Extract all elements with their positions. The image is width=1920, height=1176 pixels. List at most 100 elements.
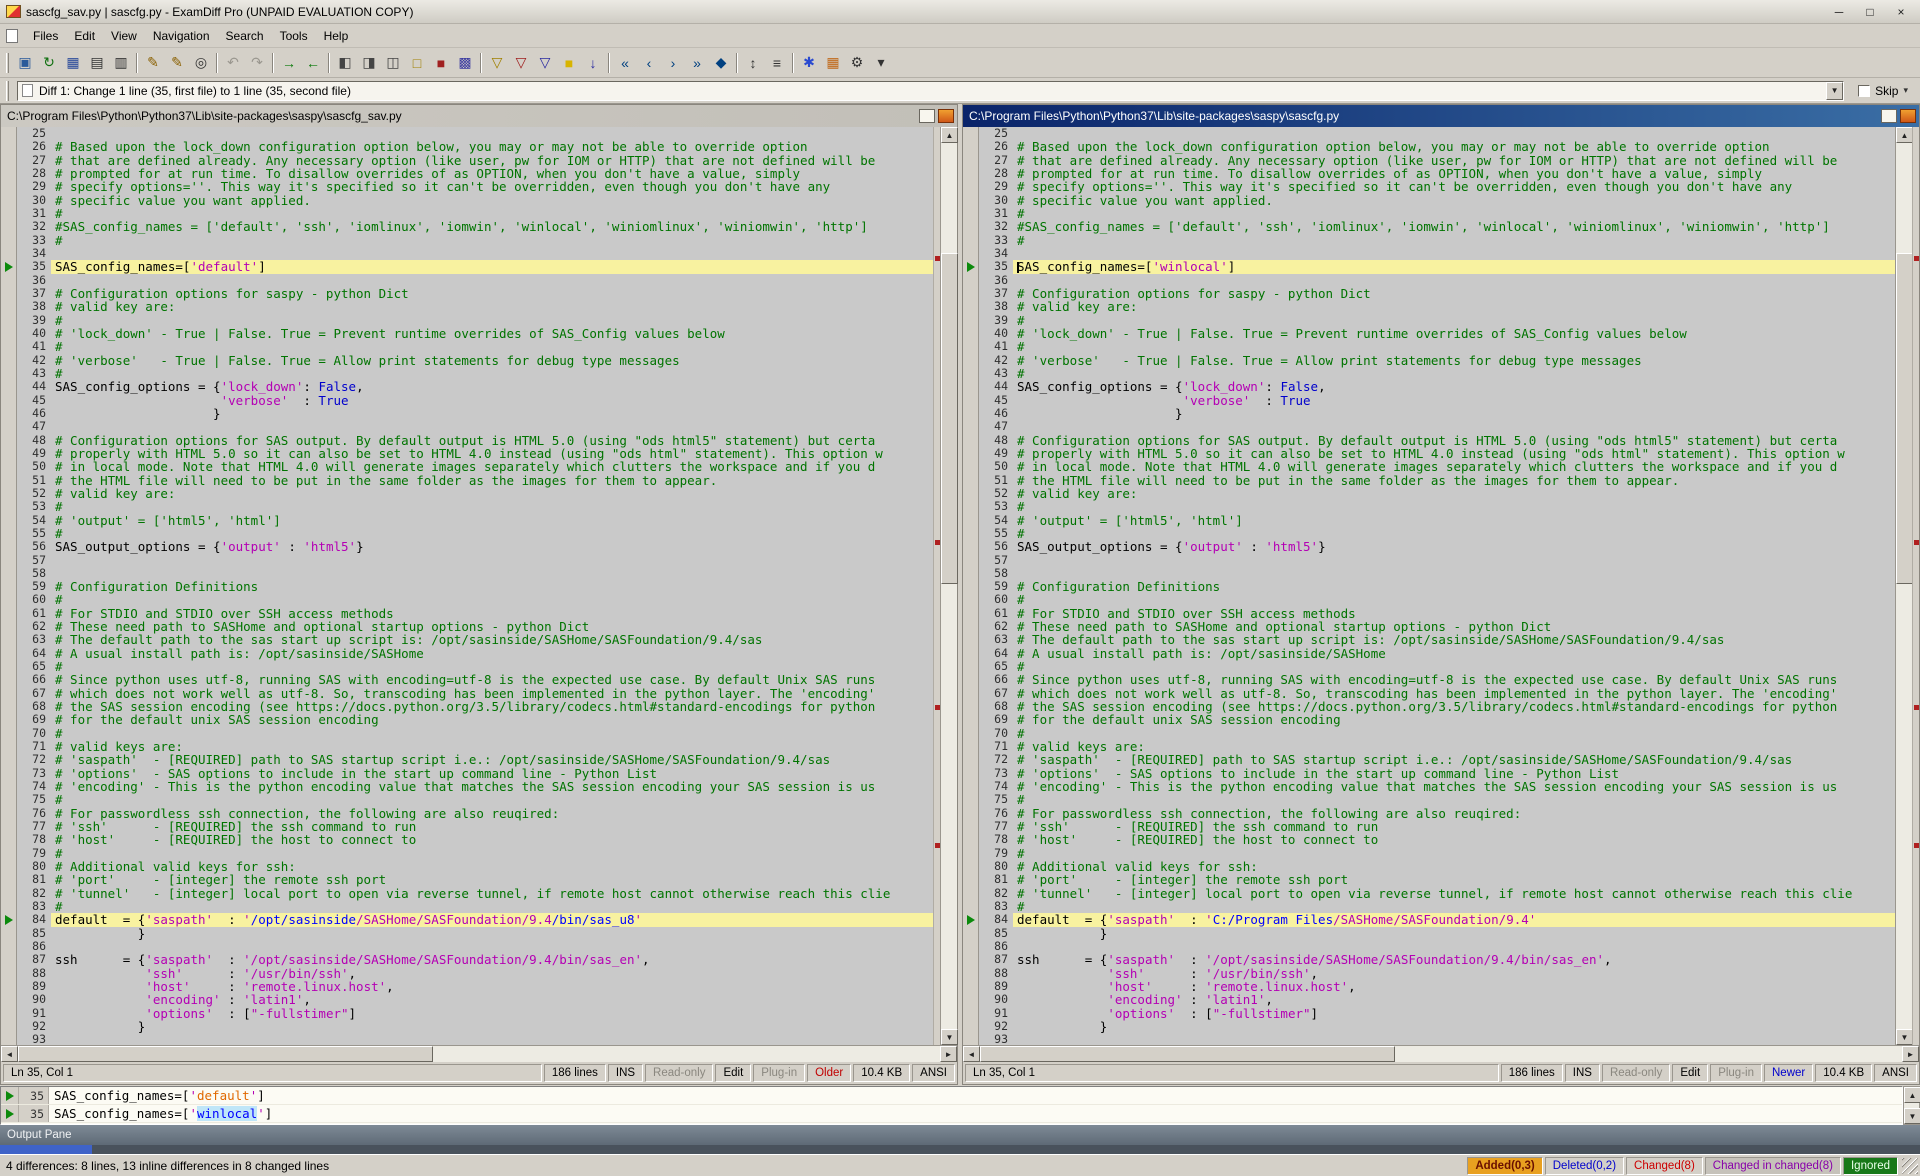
- scroll-left-icon[interactable]: ◄: [963, 1046, 980, 1062]
- code-line[interactable]: # Configuration Definitions: [1013, 580, 1895, 593]
- code-line[interactable]: #: [51, 207, 933, 220]
- menu-tools[interactable]: Tools: [272, 26, 316, 46]
- code-line[interactable]: [51, 127, 933, 140]
- code-line[interactable]: #: [1013, 367, 1895, 380]
- next-difference-icon[interactable]: ›: [661, 52, 685, 74]
- code-line[interactable]: [1013, 1033, 1895, 1045]
- code-line[interactable]: 'verbose' : True: [51, 394, 933, 407]
- diff-selector[interactable]: Diff 1: Change 1 line (35, first file) t…: [17, 81, 1844, 101]
- code-line[interactable]: [51, 567, 933, 580]
- filter-changed-icon[interactable]: ▽: [509, 52, 533, 74]
- scroll-down-icon[interactable]: ▼: [1904, 1108, 1920, 1124]
- code-line[interactable]: [51, 554, 933, 567]
- code-line[interactable]: #: [1013, 660, 1895, 673]
- maximize-button[interactable]: □: [1855, 2, 1885, 21]
- code-line[interactable]: # Additional valid keys for ssh:: [51, 860, 933, 873]
- diff-dropdown-icon[interactable]: ▼: [1826, 82, 1843, 100]
- show-moved-blocks-icon[interactable]: ▩: [453, 52, 477, 74]
- vscroll-thumb[interactable]: [1896, 253, 1913, 583]
- code-line[interactable]: # 'saspath' - [REQUIRED] path to SAS sta…: [1013, 753, 1895, 766]
- code-line[interactable]: [1013, 567, 1895, 580]
- code-line[interactable]: # 'verbose' - True | False. True = Allow…: [1013, 354, 1895, 367]
- code-line[interactable]: [1013, 420, 1895, 433]
- scroll-up-icon[interactable]: ▲: [1896, 127, 1913, 143]
- scroll-down-icon[interactable]: ▼: [1896, 1029, 1913, 1045]
- code-line[interactable]: # Additional valid keys for ssh:: [1013, 860, 1895, 873]
- close-button[interactable]: ×: [1886, 2, 1916, 21]
- scroll-right-icon[interactable]: ►: [1902, 1046, 1919, 1062]
- left-vertical-scrollbar[interactable]: ▲ ▼: [940, 127, 957, 1045]
- find-icon[interactable]: ◎: [189, 52, 213, 74]
- code-line[interactable]: # The default path to the sas start up s…: [1013, 633, 1895, 646]
- resize-grip[interactable]: [1902, 1158, 1918, 1174]
- left-diff-map[interactable]: [933, 127, 940, 1045]
- code-line[interactable]: # Configuration options for SAS output. …: [1013, 434, 1895, 447]
- detail-vertical-scrollbar[interactable]: ▲ ▼: [1903, 1086, 1920, 1125]
- code-line[interactable]: # Configuration Definitions: [51, 580, 933, 593]
- redo-icon[interactable]: ↷: [245, 52, 269, 74]
- code-line[interactable]: SAS_config_options = {'lock_down': False…: [51, 380, 933, 393]
- hscroll-track[interactable]: [980, 1046, 1902, 1062]
- document-icon[interactable]: [6, 29, 18, 43]
- save-icon[interactable]: ▦: [61, 52, 85, 74]
- minimize-button[interactable]: ─: [1824, 2, 1854, 21]
- code-line[interactable]: # 'host' - [REQUIRED] the host to connec…: [1013, 833, 1895, 846]
- code-line[interactable]: # valid keys are:: [1013, 740, 1895, 753]
- code-line[interactable]: # 'output' = ['html5', 'html']: [51, 514, 933, 527]
- code-line[interactable]: # valid key are:: [1013, 487, 1895, 500]
- code-line[interactable]: #: [51, 340, 933, 353]
- code-line[interactable]: [51, 1033, 933, 1045]
- last-difference-icon[interactable]: »: [685, 52, 709, 74]
- code-line[interactable]: #SAS_config_names = ['default', 'ssh', '…: [51, 220, 933, 233]
- menu-navigation[interactable]: Navigation: [145, 26, 218, 46]
- code-line[interactable]: 'verbose' : True: [1013, 394, 1895, 407]
- code-line[interactable]: # 'tunnel' - [integer] local port to ope…: [51, 887, 933, 900]
- skip-toggle[interactable]: Skip ▾: [1852, 82, 1914, 100]
- code-line[interactable]: #: [1013, 314, 1895, 327]
- code-line[interactable]: # that are defined already. Any necessar…: [1013, 154, 1895, 167]
- menu-view[interactable]: View: [103, 26, 145, 46]
- skip-dropdown-icon[interactable]: ▾: [1903, 85, 1908, 96]
- code-line[interactable]: # For STDIO and STDIO over SSH access me…: [51, 607, 933, 620]
- code-line[interactable]: 'host' : 'remote.linux.host',: [1013, 980, 1895, 993]
- undo-icon[interactable]: ↶: [221, 52, 245, 74]
- code-line[interactable]: #: [1013, 847, 1895, 860]
- code-line[interactable]: #: [51, 793, 933, 806]
- code-line[interactable]: #: [1013, 900, 1895, 913]
- panes-layout-icon[interactable]: ≡: [765, 52, 789, 74]
- code-line[interactable]: #: [51, 527, 933, 540]
- code-line[interactable]: 'ssh' : '/usr/bin/ssh',: [51, 967, 933, 980]
- code-line[interactable]: 'ssh' : '/usr/bin/ssh',: [1013, 967, 1895, 980]
- right-code-area[interactable]: # Based upon the lock_down configuration…: [1013, 127, 1895, 1045]
- code-line[interactable]: #: [1013, 793, 1895, 806]
- code-line[interactable]: # 'ssh' - [REQUIRED] the ssh command to …: [51, 820, 933, 833]
- code-line[interactable]: # specify options=''. This way it's spec…: [51, 180, 933, 193]
- code-line[interactable]: # Since python uses utf-8, running SAS w…: [51, 673, 933, 686]
- code-line[interactable]: # 'lock_down' - True | False. True = Pre…: [51, 327, 933, 340]
- toolbar-grip[interactable]: [6, 81, 9, 101]
- code-line[interactable]: [1013, 274, 1895, 287]
- code-line[interactable]: # For passwordless ssh connection, the f…: [51, 807, 933, 820]
- code-line[interactable]: # for the default unix SAS session encod…: [51, 713, 933, 726]
- code-line[interactable]: default = {'saspath' : '/opt/sasinside/S…: [51, 913, 933, 926]
- code-line[interactable]: #: [1013, 500, 1895, 513]
- file-page-icon[interactable]: [1881, 109, 1897, 123]
- code-line[interactable]: [1013, 247, 1895, 260]
- detail-row[interactable]: 35SAS_config_names=['default']: [1, 1087, 1902, 1105]
- code-line[interactable]: # 'port' - [integer] the remote ssh port: [51, 873, 933, 886]
- current-difference-icon[interactable]: ◆: [709, 52, 733, 74]
- code-line[interactable]: # 'options' - SAS options to include in …: [51, 767, 933, 780]
- plugins-icon[interactable]: ✱: [797, 52, 821, 74]
- scroll-right-icon[interactable]: ►: [940, 1046, 957, 1062]
- right-horizontal-scrollbar[interactable]: ◄ ►: [963, 1045, 1919, 1062]
- right-diff-map[interactable]: [1912, 127, 1919, 1045]
- status-edit[interactable]: Edit: [1672, 1064, 1708, 1082]
- show-second-pane-icon[interactable]: ◨: [357, 52, 381, 74]
- code-line[interactable]: 'options' : ["-fullstimer"]: [1013, 1007, 1895, 1020]
- recompare-icon[interactable]: ↻: [37, 52, 61, 74]
- code-line[interactable]: }: [1013, 1020, 1895, 1033]
- filter-lines-icon[interactable]: ▽: [485, 52, 509, 74]
- sync-scroll-icon[interactable]: ↕: [741, 52, 765, 74]
- vscroll-thumb[interactable]: [941, 253, 958, 583]
- code-line[interactable]: [51, 247, 933, 260]
